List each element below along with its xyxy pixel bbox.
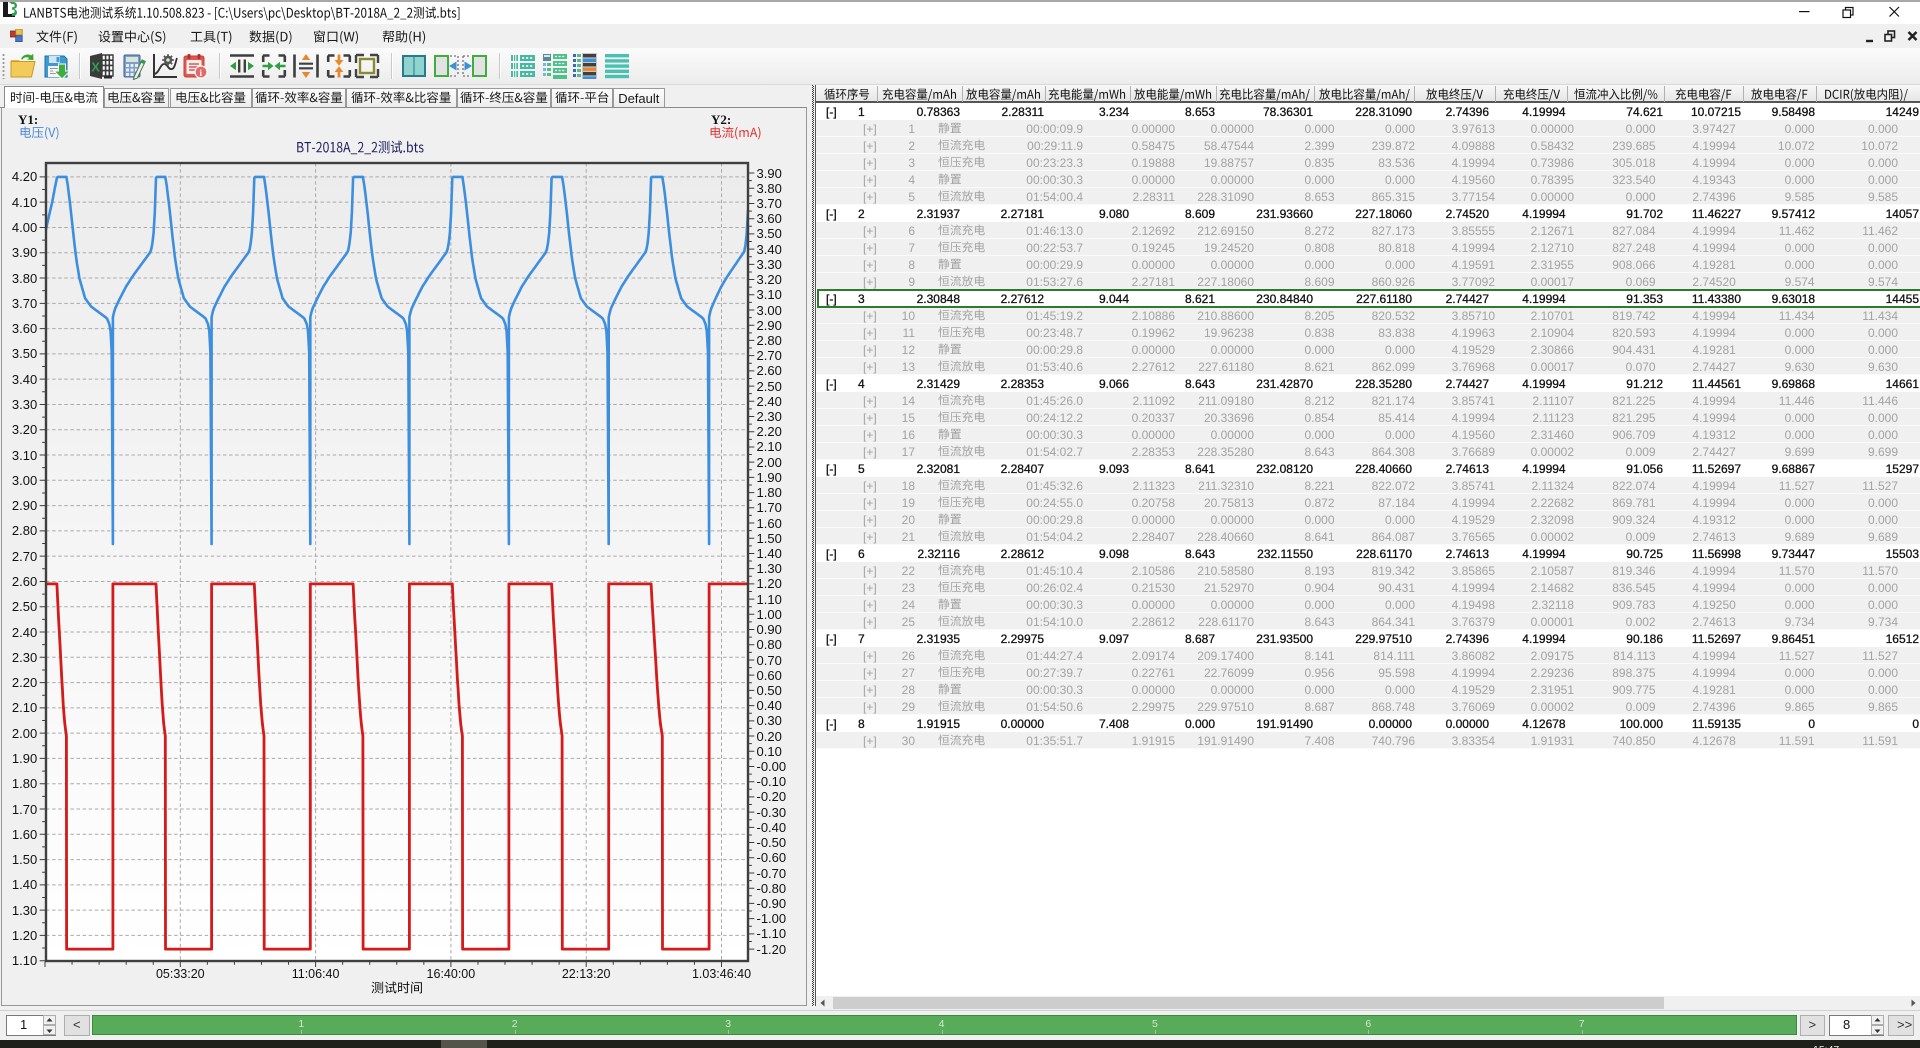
svg-text:X: X: [91, 60, 100, 75]
